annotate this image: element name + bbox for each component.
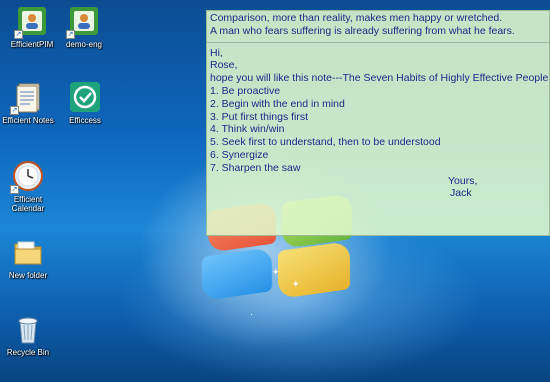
- folder-icon: [12, 236, 44, 268]
- desktop-icon-recycle-bin[interactable]: Recycle Bin: [0, 313, 59, 357]
- efficient-calendar-icon: ↗: [10, 160, 44, 194]
- note-line: 7. Sharpen the saw: [210, 161, 301, 174]
- note-signature-name: Jack: [450, 187, 472, 200]
- desktop-icon-demo-eng[interactable]: ↗ demo-eng: [53, 5, 115, 49]
- efficient-notes-icon: ↗: [10, 81, 44, 115]
- note-line: 5. Seek first to understand, then to be …: [210, 136, 441, 149]
- note-line: 4. Think win/win: [210, 123, 285, 136]
- desktop-icon-new-folder[interactable]: New folder: [0, 236, 59, 280]
- note-body[interactable]: Hi, Rose, hope you will like this note--…: [210, 46, 549, 201]
- desktop-icon-label: EfficientPIM: [10, 40, 54, 49]
- note-line: Rose,: [210, 59, 238, 72]
- note-quote-line: A man who fears suffering is already suf…: [210, 24, 515, 37]
- note-signature-closing: Yours,: [448, 174, 478, 187]
- efficcess-icon: [69, 81, 101, 113]
- note-line: hope you will like this note---The Seven…: [210, 72, 549, 85]
- desktop-icon-label: New folder: [8, 271, 48, 280]
- desktop-icon-efficient-calendar[interactable]: ↗ Efficient Calendar: [0, 160, 59, 213]
- recycle-bin-icon: [12, 313, 44, 345]
- note-line: Hi,: [210, 46, 223, 59]
- note-quote-header: Comparison, more than reality, makes men…: [207, 11, 549, 43]
- sticky-note[interactable]: Comparison, more than reality, makes men…: [206, 10, 550, 236]
- note-line: 2. Begin with the end in mind: [210, 97, 345, 110]
- note-line: 6. Synergize: [210, 148, 269, 161]
- desktop-icon-label: Recycle Bin: [6, 348, 50, 357]
- efficientpim-icon: ↗: [14, 5, 48, 39]
- desktop-icon-efficient-notes[interactable]: ↗ Efficient Notes: [0, 81, 59, 125]
- desktop-icon-label: demo-eng: [65, 40, 103, 49]
- demo-eng-icon: ↗: [66, 5, 100, 39]
- desktop-icon-label: Efficient Calendar: [11, 195, 45, 213]
- desktop-icon-label: Efficient Notes: [2, 116, 54, 125]
- desktop-icon-label: Efficcess: [69, 116, 101, 125]
- note-line: 3. Put first things first: [210, 110, 309, 123]
- note-quote-line: Comparison, more than reality, makes men…: [210, 12, 503, 24]
- note-line: 1. Be proactive: [210, 84, 281, 97]
- desktop-icon-efficcess[interactable]: Efficcess: [54, 81, 116, 125]
